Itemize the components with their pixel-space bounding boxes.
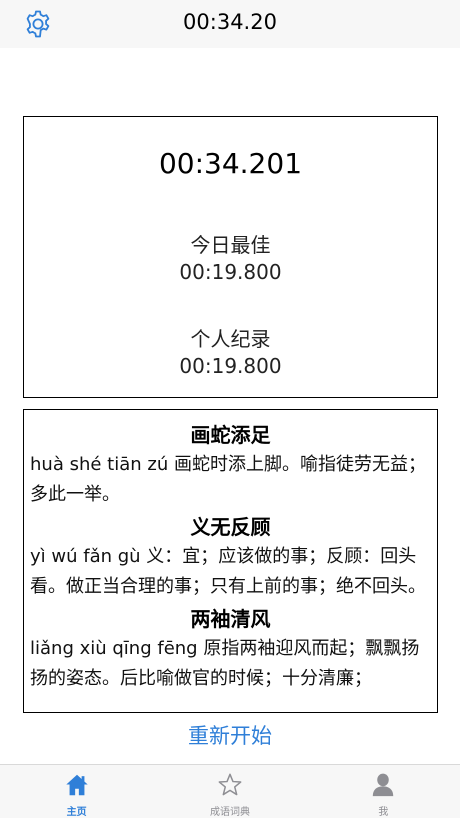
tab-bar: 主页 成语词典 我 <box>0 764 460 818</box>
personal-record-label: 个人纪录 <box>190 327 271 351</box>
tab-label: 我 <box>378 807 389 818</box>
person-icon <box>373 773 394 797</box>
idiom-word: 两袖清风 <box>190 607 271 631</box>
personal-record-value: 00:19.800 <box>179 354 282 378</box>
idiom-description: yì wú fǎn gù 义：宜；应该做的事；反顾：回头看。做正当合理的事；只有… <box>30 546 426 597</box>
today-best-label: 今日最佳 <box>190 233 271 257</box>
today-best-value: 00:19.800 <box>179 260 282 284</box>
idiom-word: 义无反顾 <box>190 515 271 539</box>
idiom-list[interactable]: 画蛇添足 huà shé tiān zú 画蛇时添上脚。喻指徒劳无益；多此一举。… <box>23 409 438 713</box>
tab-label: 主页 <box>66 807 87 818</box>
nav-title: 00:34.20 <box>183 10 277 34</box>
tab-label: 成语词典 <box>209 807 250 818</box>
star-icon <box>218 773 242 796</box>
app-root: 00:34.20 00:34.201 今日最佳 00:19.800 个人纪录 0… <box>0 0 460 818</box>
home-icon <box>65 774 88 796</box>
tab-me[interactable]: 我 <box>307 765 460 818</box>
current-time: 00:34.201 <box>158 147 303 180</box>
tab-home[interactable]: 主页 <box>0 765 153 818</box>
tab-idiom-dictionary[interactable]: 成语词典 <box>153 765 306 818</box>
idiom-description: liǎng xiù qīng fēng 原指两袖迎风而起；飘飘扬扬的姿态。后比喻… <box>30 638 420 689</box>
restart-button[interactable]: 重新开始 <box>0 720 460 750</box>
timer-panel: 00:34.201 今日最佳 00:19.800 个人纪录 00:19.800 <box>23 116 438 398</box>
idiom-description: huà shé tiān zú 画蛇时添上脚。喻指徒劳无益；多此一举。 <box>30 454 426 505</box>
idiom-word: 画蛇添足 <box>190 423 271 447</box>
nav-bar: 00:34.20 <box>0 0 460 48</box>
